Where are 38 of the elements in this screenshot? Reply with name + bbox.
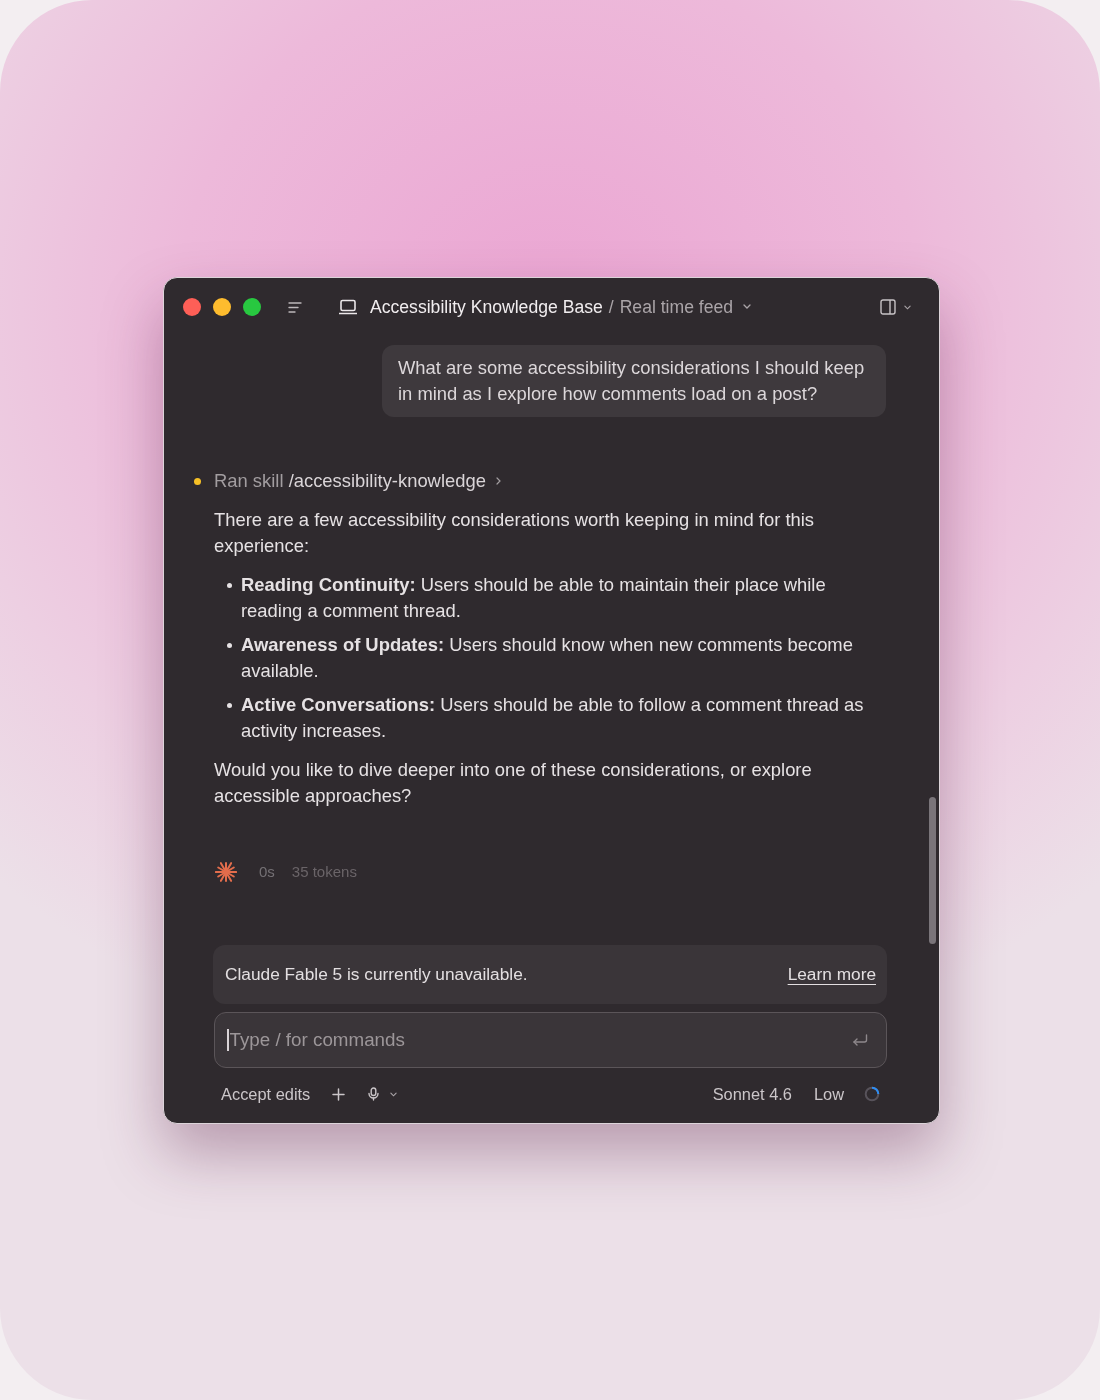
- chevron-down-icon[interactable]: [390, 1091, 398, 1097]
- status-dot-icon: [194, 477, 201, 485]
- text-cursor-icon: [227, 1029, 229, 1051]
- chevron-right-icon: [495, 477, 501, 485]
- microphone-icon[interactable]: [368, 1087, 380, 1101]
- reply-paragraph: There are a few accessibility considerations worth keeping in mind for this experience:: [214, 508, 816, 558]
- maximize-button[interactable]: [243, 298, 261, 316]
- close-button[interactable]: [183, 298, 201, 316]
- learn-more-link[interactable]: Learn more: [787, 961, 876, 988]
- laptop-icon: [338, 299, 358, 315]
- bullet-text: Awareness of Updates: Users should know when new comments become available.: [241, 633, 854, 683]
- chevron-down-icon[interactable]: [904, 304, 911, 310]
- project-menu-button[interactable]: Accessibility Knowledge Base / Real time feed: [338, 293, 752, 321]
- scrollbar-thumb[interactable]: [929, 797, 936, 944]
- elapsed-time: 0s: [259, 861, 275, 882]
- bullet-text: Reading Continuity: Users should be able to maintain their place while reading a comment thread.: [241, 573, 827, 623]
- notice-text: Claude Fable 5 is currently unavailable.: [225, 962, 528, 986]
- accept-edits-button[interactable]: Accept edits: [221, 1081, 311, 1107]
- plus-icon[interactable]: [332, 1087, 346, 1101]
- input-field[interactable]: Type / for commands: [228, 1025, 852, 1055]
- progress-ring-icon: [864, 1086, 880, 1102]
- bullet-icon: [227, 643, 232, 648]
- sidebar-panel-icon[interactable]: [880, 299, 896, 315]
- message-composer[interactable]: Type / for commands: [214, 1012, 887, 1068]
- minimize-button[interactable]: [213, 298, 231, 316]
- reply-paragraph: Would you like to dive deeper into one of these considerations, or explore accessible approaches?: [214, 758, 813, 808]
- effort-selector-button[interactable]: Low: [813, 1081, 844, 1107]
- asterisk-spinner-icon: [215, 861, 237, 883]
- skill-result-toggle[interactable]: Ran skill /accessibility-knowledge: [214, 467, 501, 495]
- model-selector-button[interactable]: Sonnet 4.6: [712, 1081, 792, 1107]
- bullet-icon: [227, 583, 232, 588]
- bullet-icon: [227, 703, 232, 708]
- return-arrow-icon[interactable]: [852, 1033, 868, 1047]
- menu-icon[interactable]: [288, 301, 302, 313]
- user-message-bubble: What are some accessibility considerations I should keep in mind as I explore how comments load on a post?: [382, 345, 886, 417]
- bullet-text: Active Conversations: Users should be able to follow a comment thread as activity increases.: [241, 693, 865, 743]
- token-count: 35 tokens: [291, 861, 357, 882]
- chevron-down-icon: [743, 304, 752, 310]
